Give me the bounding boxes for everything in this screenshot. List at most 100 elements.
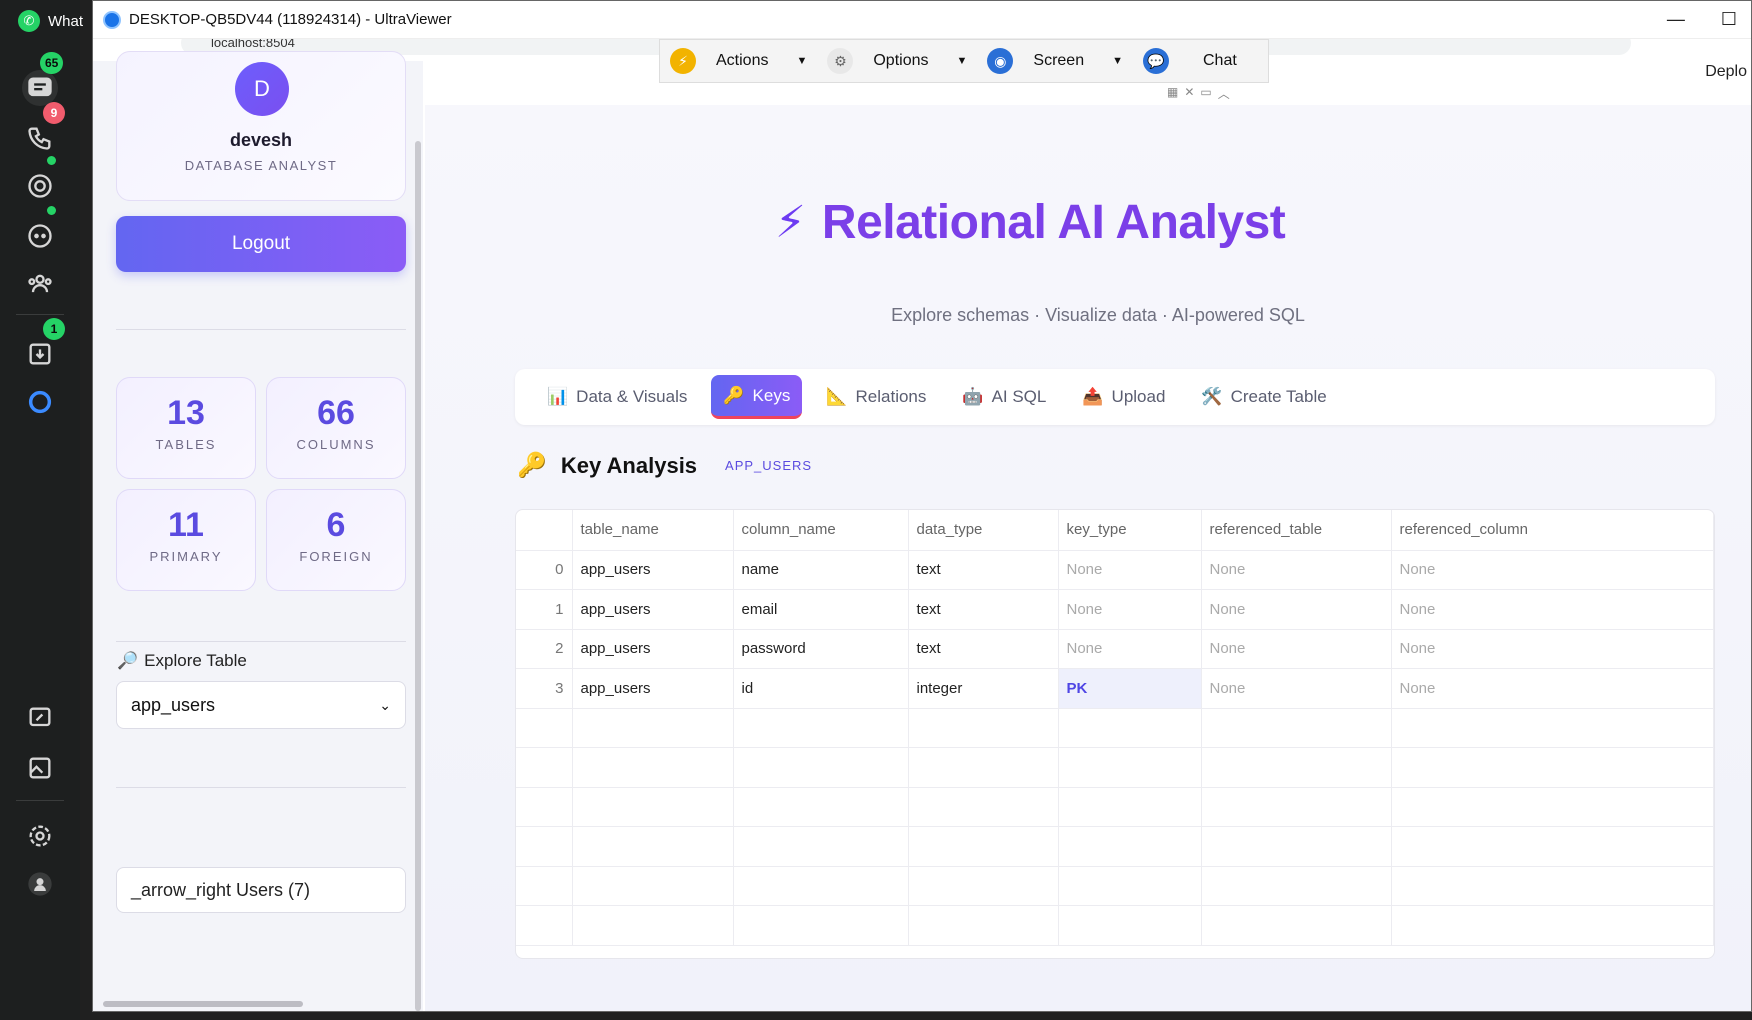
maximize-icon[interactable]: ☐ [1721, 9, 1737, 30]
row-index: 0 [516, 550, 573, 590]
tab-ai-sql[interactable]: 🤖 AI SQL [950, 375, 1058, 419]
explore-table-label: 🔎 Explore Table [117, 651, 247, 671]
cell[interactable]: email [733, 589, 909, 630]
horizontal-scrollbar[interactable] [103, 1001, 303, 1007]
key-icon: 🔑 [723, 385, 745, 405]
cell[interactable]: app_users [572, 668, 734, 709]
whatsapp-logo-icon: ✆ [18, 10, 40, 32]
settings-gear-icon[interactable] [22, 818, 58, 854]
tab-label: Relations [855, 387, 927, 406]
tab-create-table[interactable]: 🛠️ Create Table [1189, 375, 1338, 419]
sidebar-divider [116, 329, 406, 330]
whatsapp-app-name: What [48, 12, 84, 30]
cell[interactable]: None [1391, 668, 1714, 709]
tab-upload[interactable]: 📤 Upload [1070, 375, 1177, 419]
cell[interactable]: None [1391, 550, 1714, 590]
chevron-up-icon[interactable]: ︿ [1218, 85, 1230, 102]
tab-data-visuals[interactable]: 📊 Data & Visuals [535, 375, 699, 419]
cell[interactable]: None [1391, 629, 1714, 669]
screen-menu[interactable]: ◉ Screen ▼ [977, 48, 1133, 74]
cell[interactable]: None [1058, 550, 1202, 590]
column-header[interactable]: key_type [1058, 510, 1202, 551]
cell[interactable]: None [1201, 629, 1392, 669]
chats-icon[interactable] [22, 70, 58, 106]
cell[interactable]: id [733, 668, 909, 709]
column-header[interactable]: table_name [572, 510, 734, 551]
column-header[interactable]: referenced_column [1391, 510, 1714, 551]
chats-badge: 65 [40, 52, 64, 74]
shrink-icon[interactable]: ✕ [1184, 85, 1194, 102]
magnifier-icon: 🔎 [117, 651, 139, 670]
cell[interactable]: None [1201, 589, 1392, 630]
cell[interactable]: app_users [572, 629, 734, 669]
tab-relations[interactable]: 📐 Relations [814, 375, 938, 419]
deploy-button[interactable]: Deplo [1705, 63, 1747, 81]
logout-button[interactable]: Logout [116, 216, 406, 272]
row-index: 1 [516, 589, 573, 630]
monitor-icon[interactable]: ▭ [1200, 85, 1211, 102]
cell[interactable]: integer [908, 668, 1059, 709]
stat-label: PRIMARY [149, 549, 223, 564]
row-index: 3 [516, 668, 573, 709]
chat-icon: 💬 [1142, 48, 1169, 74]
cell[interactable]: text [908, 629, 1059, 669]
tab-keys[interactable]: 🔑 Keys [711, 375, 803, 419]
grid-icon[interactable]: ▦ [1167, 85, 1178, 102]
window-title: DESKTOP-QB5DV44 (118924314) - UltraViewe… [129, 11, 452, 28]
remote-screen[interactable]: localhost:8504 D devesh DATABASE ANALYST… [93, 39, 1751, 1011]
key-analysis-table[interactable]: table_name column_name data_type key_typ… [515, 509, 1715, 959]
column-header[interactable]: data_type [908, 510, 1059, 551]
cell[interactable]: None [1201, 668, 1392, 709]
pk-cell[interactable]: PK [1058, 668, 1202, 709]
cell[interactable]: None [1058, 589, 1202, 630]
cell[interactable]: name [733, 550, 909, 590]
sidebar-scrollbar[interactable] [415, 141, 421, 1011]
whatsapp-title: ✆ What [18, 10, 83, 32]
cell[interactable]: app_users [572, 550, 734, 590]
column-header[interactable]: referenced_table [1201, 510, 1392, 551]
ultraviewer-logo-icon [103, 10, 121, 29]
media-icon[interactable] [22, 750, 58, 786]
cell[interactable]: None [1201, 550, 1392, 590]
table-row[interactable]: 1 app_users email text None None None [516, 589, 1714, 630]
profile-icon[interactable] [22, 866, 58, 902]
cell[interactable]: text [908, 589, 1059, 630]
table-select[interactable]: app_users ⌄ [116, 681, 406, 729]
column-header[interactable] [516, 510, 573, 551]
table-row[interactable]: 2 app_users password text None None None [516, 629, 1714, 669]
triangle-ruler-icon: 📐 [826, 387, 848, 406]
communities-icon[interactable] [22, 266, 58, 302]
cell[interactable]: None [1391, 589, 1714, 630]
tools-icon: 🛠️ [1201, 387, 1223, 406]
profile-card: D devesh DATABASE ANALYST [116, 51, 406, 201]
starred-icon[interactable] [22, 700, 58, 736]
cell[interactable]: app_users [572, 589, 734, 630]
cell[interactable]: None [1058, 629, 1202, 669]
options-menu[interactable]: ⚙ Options ▼ [817, 48, 977, 74]
calls-icon[interactable] [22, 120, 58, 156]
chat-button[interactable]: 💬 Chat [1133, 48, 1247, 74]
column-header[interactable]: column_name [733, 510, 909, 551]
downloads-icon[interactable] [22, 336, 58, 372]
actions-menu[interactable]: ⚡ Actions ▼ [660, 48, 817, 74]
users-expander[interactable]: _arrow_right Users (7) [116, 867, 406, 913]
screen-label: Screen [1033, 52, 1085, 69]
status-icon[interactable] [22, 168, 58, 204]
user-role: DATABASE ANALYST [184, 158, 338, 173]
cell[interactable]: password [733, 629, 909, 669]
whatsapp-sidebar: ✆ What 65 9 1 [0, 0, 83, 1020]
channels-icon[interactable] [22, 218, 58, 254]
cell[interactable]: text [908, 550, 1059, 590]
stat-primary: 11 PRIMARY [116, 489, 256, 591]
table-row[interactable]: 3 app_users id integer PK None None [516, 668, 1714, 709]
avatar: D [235, 62, 289, 116]
section-title: Key Analysis [560, 452, 698, 478]
table-row[interactable]: 0 app_users name text None None None [516, 550, 1714, 590]
minimize-icon[interactable]: — [1667, 9, 1685, 30]
app-subtitle: Explore schemas · Visualize data · AI-po… [891, 305, 1305, 325]
caret-down-icon: ▼ [1112, 55, 1123, 67]
meta-ai-icon[interactable] [22, 384, 58, 420]
chart-icon: 📊 [547, 387, 569, 406]
stat-number: 6 [326, 506, 346, 544]
robot-icon: 🤖 [962, 387, 984, 406]
